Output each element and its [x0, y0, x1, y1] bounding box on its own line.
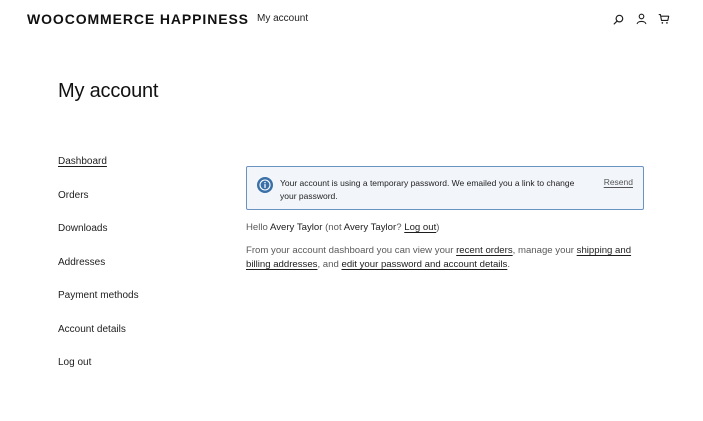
logout-link[interactable]: Log out	[404, 222, 436, 233]
notice-message: Your account is using a temporary passwo…	[280, 178, 575, 201]
user-name-repeat: Avery Taylor	[343, 222, 397, 233]
site-title[interactable]: WOOCOMMERCE HAPPINESS	[27, 11, 249, 27]
account-nav-downloads[interactable]: Downloads	[58, 223, 139, 257]
account-nav-addresses[interactable]: Addresses	[58, 257, 139, 291]
account-nav-log-out[interactable]: Log out	[58, 357, 139, 391]
dashboard-description: From your account dashboard you can view…	[246, 245, 632, 270]
account-nav-orders[interactable]: Orders	[58, 190, 139, 224]
user-name: Avery Taylor	[270, 222, 323, 233]
account-details-link[interactable]: edit your password and account details	[341, 259, 507, 270]
user-icon[interactable]	[635, 12, 647, 26]
search-icon[interactable]	[612, 12, 624, 26]
account-nav-payment-methods[interactable]: Payment methods	[58, 290, 139, 324]
page-title: My account	[58, 80, 159, 102]
info-icon	[257, 177, 273, 193]
recent-orders-link[interactable]: recent orders	[456, 245, 513, 256]
cart-icon[interactable]	[658, 12, 670, 26]
account-nav-account-details[interactable]: Account details	[58, 324, 139, 358]
account-nav-dashboard[interactable]: Dashboard	[58, 156, 139, 190]
nav-my-account-link[interactable]: My account	[257, 13, 308, 24]
resend-link[interactable]: Resend	[604, 177, 633, 187]
account-navigation: Dashboard Orders Downloads Addresses Pay…	[58, 156, 139, 391]
header-icons	[612, 12, 670, 26]
temporary-password-notice: Your account is using a temporary passwo…	[246, 166, 644, 210]
hello-message: Hello Avery Taylor (not Avery Taylor? Lo…	[246, 222, 440, 233]
